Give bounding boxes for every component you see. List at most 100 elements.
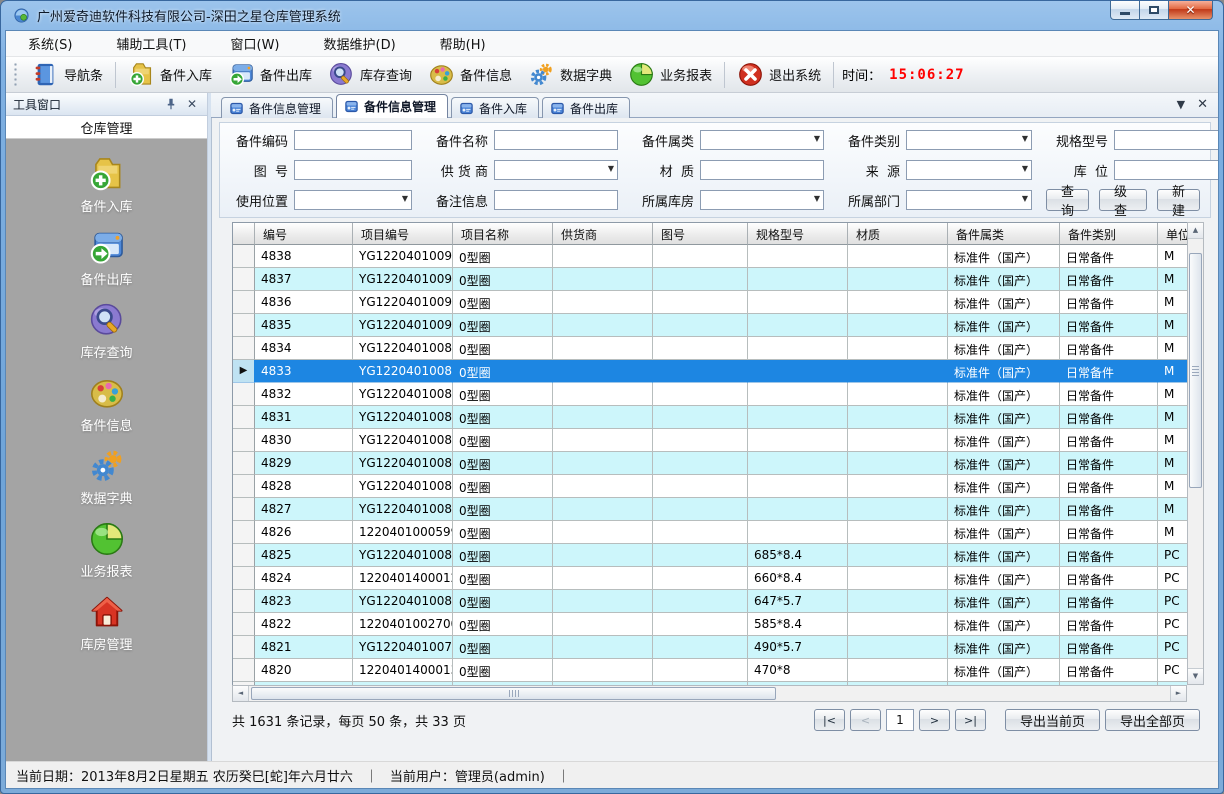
table-cell[interactable]: PC xyxy=(1158,567,1187,590)
table-cell[interactable] xyxy=(653,383,748,406)
form-select-3-row1[interactable]: ▼ xyxy=(906,160,1032,180)
export-current-page-button[interactable]: 导出当前页 xyxy=(1005,709,1100,731)
vertical-scroll-thumb[interactable] xyxy=(1189,253,1202,488)
table-cell[interactable]: 0型圈 xyxy=(453,314,553,337)
toolbar-button[interactable]: 数据字典 xyxy=(520,59,620,91)
table-cell[interactable] xyxy=(653,452,748,475)
row-selector-cell[interactable]: ▶ xyxy=(233,360,255,383)
sidebar-item-report[interactable]: 业务报表 xyxy=(6,520,207,580)
table-cell[interactable]: YG12204010088 xyxy=(353,360,453,383)
table-cell[interactable] xyxy=(848,337,948,360)
table-cell[interactable]: 0型圈 xyxy=(453,291,553,314)
horizontal-scroll-thumb[interactable] xyxy=(251,687,776,700)
table-cell[interactable] xyxy=(848,268,948,291)
table-cell[interactable] xyxy=(748,475,848,498)
tab[interactable]: 备件信息管理 xyxy=(221,97,333,118)
table-row[interactable]: 4831YG122040100860型圈标准件（国产）日常备件M xyxy=(233,406,1187,429)
table-cell[interactable]: 标准件（国产） xyxy=(948,636,1060,659)
table-cell[interactable] xyxy=(553,636,653,659)
table-cell[interactable] xyxy=(553,291,653,314)
new-button[interactable]: 新建 xyxy=(1157,189,1200,211)
pin-icon[interactable] xyxy=(164,96,178,112)
table-cell[interactable] xyxy=(848,498,948,521)
table-cell[interactable]: YG12204010086 xyxy=(353,406,453,429)
prev-page-button[interactable]: < xyxy=(850,709,881,731)
column-header[interactable]: 图号 xyxy=(653,223,748,245)
table-cell[interactable]: M xyxy=(1158,452,1187,475)
column-header[interactable]: 项目编号 xyxy=(353,223,453,245)
form-select-1-row1[interactable]: ▼ xyxy=(494,160,618,180)
table-cell[interactable]: YG12204010083 xyxy=(353,475,453,498)
table-cell[interactable]: 标准件（国产） xyxy=(948,245,1060,268)
table-row[interactable]: 4837YG122040100920型圈标准件（国产）日常备件M xyxy=(233,268,1187,291)
table-row[interactable]: 4838YG122040100930型圈标准件（国产）日常备件M xyxy=(233,245,1187,268)
row-selector-cell[interactable] xyxy=(233,521,255,544)
table-cell[interactable] xyxy=(653,245,748,268)
table-cell[interactable]: 1220401400013 xyxy=(353,659,453,682)
table-cell[interactable]: 4838 xyxy=(255,245,353,268)
row-selector-cell[interactable] xyxy=(233,337,255,360)
sidebar-item-parts-out[interactable]: 备件出库 xyxy=(6,228,207,288)
table-cell[interactable]: 标准件（国产） xyxy=(948,613,1060,636)
query-button[interactable]: 查询 xyxy=(1046,189,1089,211)
form-input-2-row1[interactable] xyxy=(700,160,824,180)
table-cell[interactable]: 0型圈 xyxy=(453,406,553,429)
minimize-button[interactable] xyxy=(1110,1,1140,20)
table-cell[interactable]: 日常备件 xyxy=(1060,498,1158,521)
table-cell[interactable] xyxy=(848,521,948,544)
first-page-button[interactable]: |< xyxy=(814,709,845,731)
table-cell[interactable] xyxy=(653,613,748,636)
table-cell[interactable]: 0型圈 xyxy=(453,567,553,590)
table-cell[interactable]: YG12204010092 xyxy=(353,268,453,291)
table-cell[interactable]: 标准件（国产） xyxy=(948,498,1060,521)
table-cell[interactable] xyxy=(748,521,848,544)
table-cell[interactable]: M xyxy=(1158,245,1187,268)
table-cell[interactable]: 647*5.7 xyxy=(748,590,848,613)
table-row[interactable]: 482212204010027000型圈585*8.4标准件（国产）日常备件PC xyxy=(233,613,1187,636)
menu-item[interactable]: 帮助(H) xyxy=(432,31,494,56)
table-row[interactable]: 4821YG122040100790型圈490*5.7标准件（国产）日常备件PC xyxy=(233,636,1187,659)
table-cell[interactable] xyxy=(653,590,748,613)
row-selector-cell[interactable] xyxy=(233,383,255,406)
table-cell[interactable] xyxy=(748,245,848,268)
row-selector-cell[interactable] xyxy=(233,498,255,521)
toolbar-button[interactable]: 备件入库 xyxy=(120,59,220,91)
table-cell[interactable] xyxy=(653,636,748,659)
table-cell[interactable]: YG12204010091 xyxy=(353,291,453,314)
form-select-3-row2[interactable]: ▼ xyxy=(906,190,1032,210)
table-cell[interactable]: M xyxy=(1158,360,1187,383)
table-row[interactable]: 4835YG122040100900型圈标准件（国产）日常备件M xyxy=(233,314,1187,337)
sidebar-item-parts-in[interactable]: 备件入库 xyxy=(6,155,207,215)
table-cell[interactable]: 标准件（国产） xyxy=(948,360,1060,383)
menu-item[interactable]: 窗口(W) xyxy=(223,31,288,56)
table-cell[interactable]: 0型圈 xyxy=(453,268,553,291)
table-cell[interactable] xyxy=(748,498,848,521)
table-cell[interactable]: YG12204010079 xyxy=(353,636,453,659)
table-row[interactable]: 4825YG122040100810型圈685*8.4标准件（国产）日常备件PC xyxy=(233,544,1187,567)
table-row[interactable]: 4823YG122040100800型圈647*5.7标准件（国产）日常备件PC xyxy=(233,590,1187,613)
table-cell[interactable] xyxy=(848,590,948,613)
toolbar-button[interactable]: 库存查询 xyxy=(320,59,420,91)
table-cell[interactable] xyxy=(553,521,653,544)
table-cell[interactable] xyxy=(553,429,653,452)
table-cell[interactable] xyxy=(553,383,653,406)
table-cell[interactable] xyxy=(553,544,653,567)
table-cell[interactable] xyxy=(848,475,948,498)
row-selector-cell[interactable] xyxy=(233,452,255,475)
table-cell[interactable]: 1220401002700 xyxy=(353,613,453,636)
table-cell[interactable]: 日常备件 xyxy=(1060,429,1158,452)
table-cell[interactable]: 日常备件 xyxy=(1060,291,1158,314)
table-cell[interactable]: 0型圈 xyxy=(453,521,553,544)
table-cell[interactable] xyxy=(848,659,948,682)
horizontal-scrollbar[interactable]: ◄ ► xyxy=(232,685,1187,702)
table-cell[interactable]: PC xyxy=(1158,659,1187,682)
table-cell[interactable] xyxy=(848,613,948,636)
table-cell[interactable]: 0型圈 xyxy=(453,475,553,498)
table-cell[interactable]: YG12204010087 xyxy=(353,383,453,406)
toolbar-button[interactable]: 退出系统 xyxy=(729,59,829,91)
row-selector-cell[interactable] xyxy=(233,590,255,613)
table-cell[interactable] xyxy=(553,590,653,613)
maximize-button[interactable] xyxy=(1139,1,1169,20)
table-cell[interactable] xyxy=(653,521,748,544)
table-row[interactable]: 4828YG122040100830型圈标准件（国产）日常备件M xyxy=(233,475,1187,498)
